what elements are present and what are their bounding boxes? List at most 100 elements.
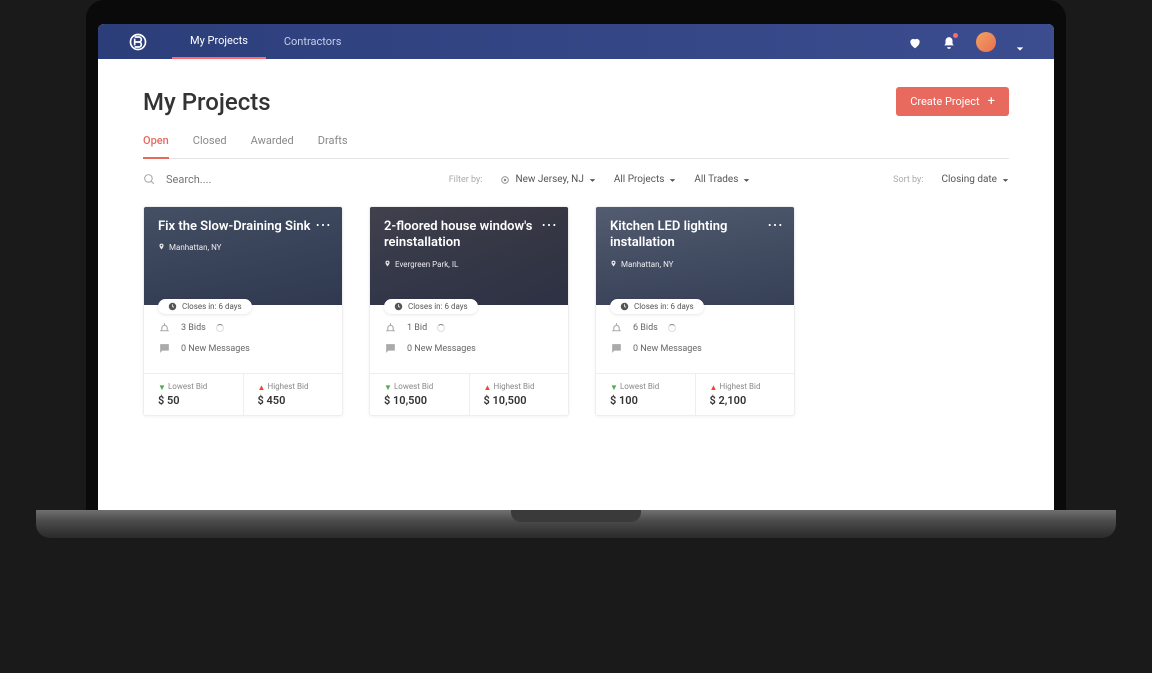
- projects-filter-value: All Projects: [614, 174, 665, 185]
- chat-icon: [384, 342, 397, 355]
- lowest-bid-label: Lowest Bid: [394, 382, 433, 391]
- closes-text: Closes in: 6 days: [634, 302, 694, 311]
- closes-badge: Closes in: 6 days: [610, 299, 704, 314]
- messages-stat: 0 New Messages: [158, 342, 328, 355]
- clock-icon: [394, 302, 403, 311]
- tab-awarded[interactable]: Awarded: [251, 134, 294, 159]
- location-target-icon: [500, 175, 510, 185]
- location-filter-value: New Jersey, NJ: [515, 174, 583, 185]
- messages-stat: 0 New Messages: [610, 342, 780, 355]
- lowest-bid: ▼ Lowest Bid $ 100: [596, 374, 696, 415]
- closes-badge: Closes in: 6 days: [158, 299, 252, 314]
- card-menu-icon[interactable]: ⋯: [315, 215, 332, 234]
- pin-icon: [610, 260, 617, 269]
- lowest-bid-label: Lowest Bid: [620, 382, 659, 391]
- loading-spinner-icon: [216, 324, 224, 332]
- sort-value: Closing date: [941, 174, 997, 185]
- lowest-bid-label: Lowest Bid: [168, 382, 207, 391]
- sort-select[interactable]: Closing date: [941, 174, 1009, 185]
- lowest-bid-value: $ 10,500: [384, 394, 455, 407]
- logo-icon[interactable]: [128, 32, 148, 52]
- chat-icon: [158, 342, 171, 355]
- arrow-up-icon: ▲: [258, 383, 264, 391]
- closes-text: Closes in: 6 days: [408, 302, 468, 311]
- location-filter[interactable]: New Jersey, NJ: [500, 174, 595, 185]
- nav-my-projects[interactable]: My Projects: [172, 24, 266, 59]
- highest-bid-value: $ 2,100: [710, 394, 781, 407]
- bids-stat: 3 Bids: [158, 321, 328, 334]
- bids-stat: 1 Bid: [384, 321, 554, 334]
- bids-stat: 6 Bids: [610, 321, 780, 334]
- loading-spinner-icon: [668, 324, 676, 332]
- search-input[interactable]: [166, 173, 306, 186]
- highest-bid-label: Highest Bid: [720, 382, 761, 391]
- page-title: My Projects: [143, 88, 271, 116]
- chevron-down-icon: [669, 176, 676, 183]
- highest-bid-label: Highest Bid: [268, 382, 309, 391]
- highest-bid-label: Highest Bid: [494, 382, 535, 391]
- highest-bid: ▲Highest Bid $ 10,500: [470, 374, 569, 415]
- status-tabs: Open Closed Awarded Drafts: [143, 134, 1009, 159]
- card-title: Kitchen LED lighting installation: [610, 219, 780, 252]
- projects-filter[interactable]: All Projects: [614, 174, 677, 185]
- arrow-down-icon: ▼: [610, 383, 616, 391]
- app-header: My Projects Contractors: [98, 24, 1054, 59]
- card-title: Fix the Slow-Draining Sink: [158, 219, 328, 235]
- card-location: Manhattan, NY: [610, 260, 780, 269]
- lowest-bid: ▼ Lowest Bid $ 50: [144, 374, 244, 415]
- laptop-base: [36, 510, 1116, 538]
- user-avatar[interactable]: [976, 32, 996, 52]
- lowest-bid: ▼ Lowest Bid $ 10,500: [370, 374, 470, 415]
- lowest-bid-value: $ 50: [158, 394, 229, 407]
- create-project-button[interactable]: Create Project +: [896, 87, 1009, 116]
- clock-icon: [168, 302, 177, 311]
- arrow-down-icon: ▼: [384, 383, 390, 391]
- chat-icon: [610, 342, 623, 355]
- hammer-icon: [384, 321, 397, 334]
- filter-by-label: Filter by:: [449, 175, 483, 185]
- pin-icon: [384, 260, 391, 269]
- project-card[interactable]: ⋯ 2-floored house window's reinstallatio…: [369, 206, 569, 416]
- notifications-icon[interactable]: [942, 35, 956, 49]
- tab-drafts[interactable]: Drafts: [318, 134, 348, 159]
- user-menu-chevron-icon[interactable]: [1016, 38, 1024, 46]
- laptop-mockup: My Projects Contractors: [86, 0, 1066, 538]
- create-project-label: Create Project: [910, 95, 979, 108]
- bids-text: 3 Bids: [181, 323, 206, 333]
- hammer-icon: [158, 321, 171, 334]
- favorites-icon[interactable]: [908, 35, 922, 49]
- trades-filter-value: All Trades: [694, 174, 738, 185]
- closes-badge: Closes in: 6 days: [384, 299, 478, 314]
- arrow-up-icon: ▲: [484, 383, 490, 391]
- messages-text: 0 New Messages: [633, 344, 702, 354]
- card-title: 2-floored house window's reinstallation: [384, 219, 554, 252]
- trades-filter[interactable]: All Trades: [694, 174, 750, 185]
- clock-icon: [620, 302, 629, 311]
- filter-row: Filter by: New Jersey, NJ All Projects: [143, 173, 1009, 186]
- project-cards: ⋯ Fix the Slow-Draining Sink Manhattan, …: [143, 206, 1009, 416]
- pin-icon: [158, 243, 165, 252]
- nav-contractors[interactable]: Contractors: [266, 24, 360, 59]
- tab-open[interactable]: Open: [143, 134, 169, 159]
- messages-text: 0 New Messages: [407, 344, 476, 354]
- highest-bid: ▲ Highest Bid $ 450: [244, 374, 343, 415]
- card-menu-icon[interactable]: ⋯: [767, 215, 784, 234]
- hammer-icon: [610, 321, 623, 334]
- highest-bid-value: $ 450: [258, 394, 329, 407]
- sort-by-label: Sort by:: [893, 175, 923, 185]
- plus-icon: +: [988, 95, 995, 108]
- card-menu-icon[interactable]: ⋯: [541, 215, 558, 234]
- search-icon: [143, 173, 156, 186]
- project-card[interactable]: ⋯ Fix the Slow-Draining Sink Manhattan, …: [143, 206, 343, 416]
- card-location-text: Evergreen Park, IL: [395, 260, 458, 269]
- bids-text: 6 Bids: [633, 323, 658, 333]
- messages-text: 0 New Messages: [181, 344, 250, 354]
- project-card[interactable]: ⋯ Kitchen LED lighting installation Manh…: [595, 206, 795, 416]
- main-nav: My Projects Contractors: [172, 24, 359, 59]
- closes-text: Closes in: 6 days: [182, 302, 242, 311]
- arrow-down-icon: ▼: [158, 383, 164, 391]
- lowest-bid-value: $ 100: [610, 394, 681, 407]
- tab-closed[interactable]: Closed: [193, 134, 227, 159]
- arrow-up-icon: ▲: [710, 383, 716, 391]
- notification-dot: [953, 33, 958, 38]
